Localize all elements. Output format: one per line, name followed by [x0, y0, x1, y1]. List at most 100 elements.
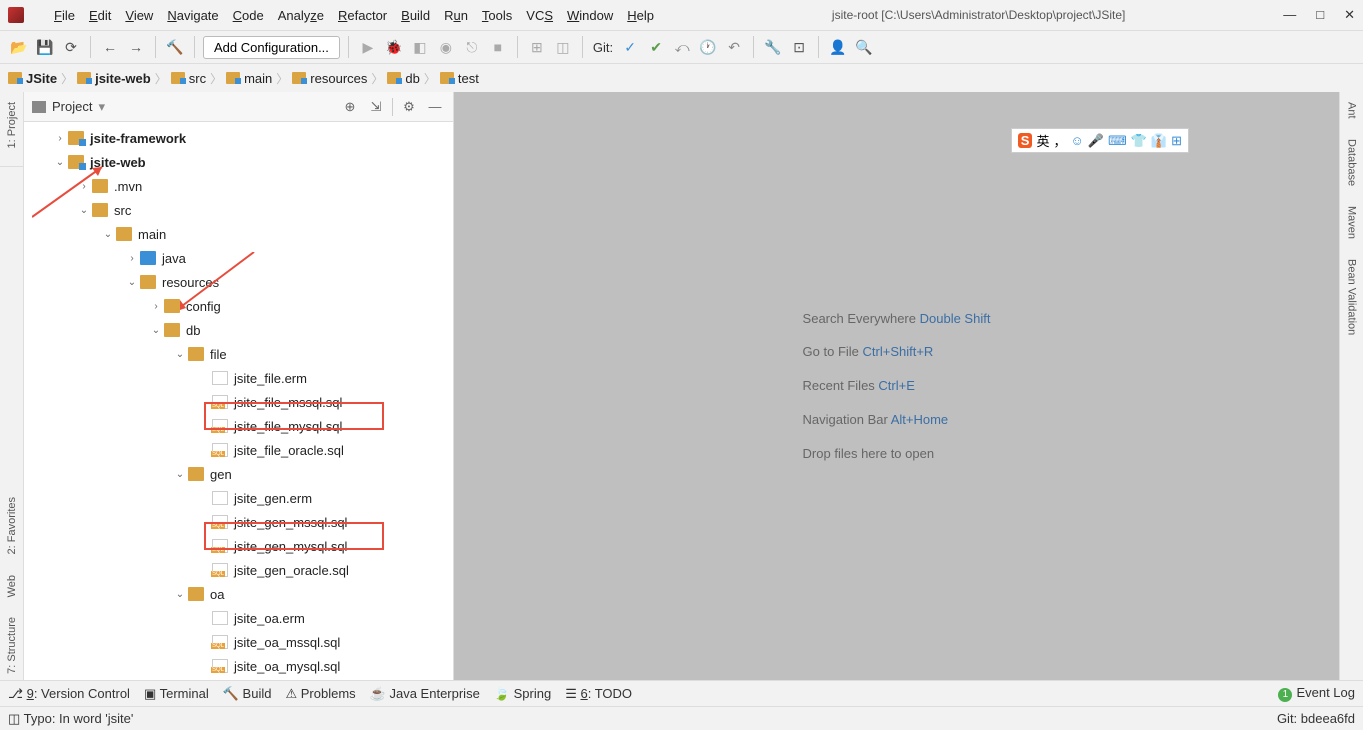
maximize-button[interactable]: □: [1316, 7, 1324, 23]
tab-todo[interactable]: ☰ 6: TODO: [565, 686, 632, 702]
tree-node[interactable]: ›jsite-framework: [24, 126, 453, 150]
menu-view[interactable]: View: [125, 8, 153, 23]
gutter-bean[interactable]: Bean Validation: [1346, 259, 1358, 335]
menu-build[interactable]: Build: [401, 8, 430, 23]
tab-terminal[interactable]: ▣ Terminal: [144, 686, 209, 702]
tree-node[interactable]: jsite_file_mssql.sql: [24, 390, 453, 414]
tree-node[interactable]: jsite_file_oracle.sql: [24, 438, 453, 462]
layout-icon[interactable]: ⊞: [526, 36, 548, 58]
menu-analyze[interactable]: Analyze: [278, 8, 324, 23]
tree-node[interactable]: ⌄gen: [24, 462, 453, 486]
bottom-toolbar: ⎇ 99: Version Control: Version Control ▣…: [0, 680, 1363, 706]
coverage-icon[interactable]: ◧: [409, 36, 431, 58]
git-commit-icon[interactable]: ✔: [645, 36, 667, 58]
attach-icon[interactable]: ⎋: [461, 36, 483, 58]
minimize-button[interactable]: ―: [1283, 7, 1296, 23]
structure-icon[interactable]: ⊡: [788, 36, 810, 58]
menu-window[interactable]: Window: [567, 8, 613, 23]
git-history-icon[interactable]: 🕐: [697, 36, 719, 58]
crumb-6[interactable]: test: [440, 71, 479, 86]
ime-s-icon[interactable]: S: [1018, 133, 1033, 148]
tree-node[interactable]: ›config: [24, 294, 453, 318]
project-label[interactable]: Project: [52, 99, 92, 114]
menu-code[interactable]: Code: [233, 8, 264, 23]
menu-help[interactable]: Help: [627, 8, 654, 23]
menu-run[interactable]: Run: [444, 8, 468, 23]
tree-node[interactable]: jsite_oa_mssql.sql: [24, 630, 453, 654]
tab-java-enterprise[interactable]: ☕ Java Enterprise: [370, 686, 480, 702]
tree-node[interactable]: ›.mvn: [24, 174, 453, 198]
run-icon[interactable]: ▶: [357, 36, 379, 58]
stop-icon[interactable]: ■: [487, 36, 509, 58]
crumb-4[interactable]: resources: [292, 71, 367, 86]
menu-tools[interactable]: Tools: [482, 8, 512, 23]
overlay-icon[interactable]: ◫: [552, 36, 574, 58]
menu-file[interactable]: File: [54, 8, 75, 23]
crumb-1[interactable]: jsite-web: [77, 71, 151, 86]
tree-node[interactable]: jsite_file.erm: [24, 366, 453, 390]
git-compare-icon[interactable]: ⤺: [671, 36, 693, 58]
forward-icon[interactable]: →: [125, 36, 147, 58]
tab-version-control[interactable]: ⎇ 99: Version Control: Version Control: [8, 686, 130, 702]
tab-problems[interactable]: ⚠ Problems: [285, 686, 355, 702]
profile-icon[interactable]: ◉: [435, 36, 457, 58]
tree-node[interactable]: jsite_gen_mssql.sql: [24, 510, 453, 534]
avatar-icon[interactable]: 👤: [827, 36, 849, 58]
tree-node[interactable]: jsite_gen.erm: [24, 486, 453, 510]
breadcrumb: JSite〉 jsite-web〉 src〉 main〉 resources〉 …: [0, 64, 1363, 92]
open-icon[interactable]: 📂: [8, 36, 30, 58]
tree-node[interactable]: ⌄jsite-web: [24, 150, 453, 174]
crumb-5[interactable]: db: [387, 71, 419, 86]
tree-node[interactable]: jsite_oa_mysql.sql: [24, 654, 453, 678]
hide-icon[interactable]: ―: [425, 97, 445, 117]
project-header: Project ▾ ⊕ ⇲ ⚙ ―: [24, 92, 453, 122]
tree-node[interactable]: jsite_oa.erm: [24, 606, 453, 630]
crumb-2[interactable]: src: [171, 71, 206, 86]
tree-node[interactable]: ⌄oa: [24, 582, 453, 606]
status-drawer-icon[interactable]: ◫: [8, 711, 20, 727]
tree-node[interactable]: jsite_gen_oracle.sql: [24, 558, 453, 582]
save-icon[interactable]: 💾: [34, 36, 56, 58]
gutter-web[interactable]: Web: [6, 575, 18, 597]
tree-node[interactable]: ⌄main: [24, 222, 453, 246]
search-icon[interactable]: 🔍: [853, 36, 875, 58]
expand-icon[interactable]: ⇲: [366, 97, 386, 117]
tree-node[interactable]: ⌄db: [24, 318, 453, 342]
tab-spring[interactable]: 🍃 Spring: [494, 686, 551, 702]
target-icon[interactable]: ⊕: [340, 97, 360, 117]
crumb-3[interactable]: main: [226, 71, 272, 86]
menu-edit[interactable]: Edit: [89, 8, 111, 23]
gear-icon[interactable]: ⚙: [399, 97, 419, 117]
tree-node[interactable]: jsite_file_mysql.sql: [24, 414, 453, 438]
gutter-favorites[interactable]: 2: Favorites: [6, 497, 18, 554]
gutter-maven[interactable]: Maven: [1346, 206, 1358, 239]
debug-icon[interactable]: 🐞: [383, 36, 405, 58]
settings-icon[interactable]: 🔧: [762, 36, 784, 58]
tree-node[interactable]: ›java: [24, 246, 453, 270]
close-button[interactable]: ✕: [1344, 7, 1355, 23]
menu-navigate[interactable]: Navigate: [167, 8, 218, 23]
menu-refactor[interactable]: Refactor: [338, 8, 387, 23]
tab-event-log[interactable]: 1Event Log: [1278, 685, 1355, 702]
tree-node[interactable]: jsite_gen_mysql.sql: [24, 534, 453, 558]
tree-node[interactable]: ⌄file: [24, 342, 453, 366]
tree-node[interactable]: ⌄src: [24, 198, 453, 222]
dropdown-icon[interactable]: ▾: [98, 99, 105, 115]
menubar: File Edit View Navigate Code Analyze Ref…: [34, 3, 674, 27]
status-git[interactable]: Git: bdeea6fd: [1277, 711, 1355, 726]
gutter-ant[interactable]: Ant: [1346, 102, 1358, 119]
git-rollback-icon[interactable]: ↶: [723, 36, 745, 58]
back-icon[interactable]: ←: [99, 36, 121, 58]
menu-vcs[interactable]: VCS: [526, 8, 553, 23]
tree-node[interactable]: ⌄resources: [24, 270, 453, 294]
refresh-icon[interactable]: ⟳: [60, 36, 82, 58]
gutter-structure[interactable]: 7: Structure: [6, 617, 18, 674]
add-configuration-button[interactable]: Add Configuration...: [203, 36, 340, 59]
gutter-database[interactable]: Database: [1346, 139, 1358, 186]
tab-build[interactable]: 🔨 Build: [223, 686, 272, 702]
ime-toolbar[interactable]: S 英 ， ☺ 🎤 ⌨ 👕 👔 ⊞: [1011, 128, 1189, 153]
git-update-icon[interactable]: ✓: [619, 36, 641, 58]
crumb-0[interactable]: JSite: [8, 71, 57, 86]
hammer-icon[interactable]: 🔨: [164, 36, 186, 58]
gutter-project[interactable]: 1: Project: [6, 102, 18, 148]
